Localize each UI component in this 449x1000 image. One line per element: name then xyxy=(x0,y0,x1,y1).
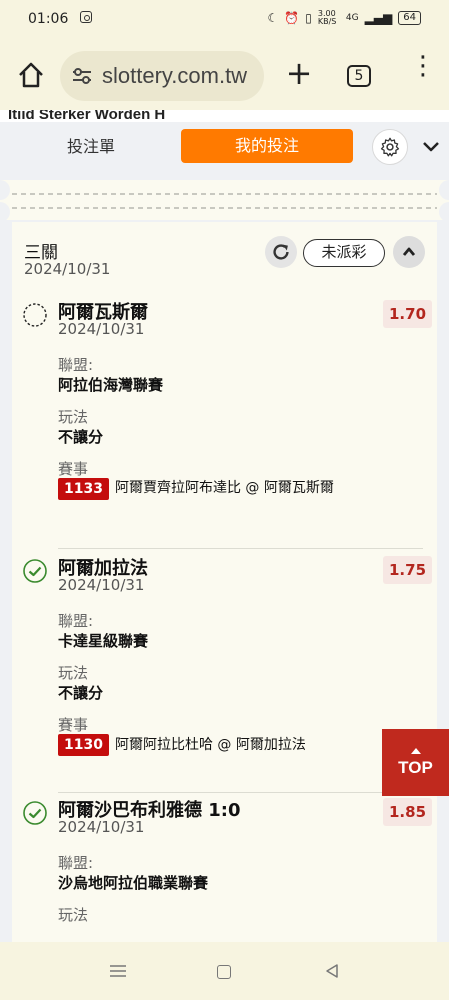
selection-item: 阿爾加拉法 2024/10/31 1.75 聯盟: 卡達星級聯賽 玩法 不讓分 … xyxy=(12,554,437,756)
check-circle-icon xyxy=(23,801,47,825)
back-icon[interactable] xyxy=(324,963,340,979)
bet-panel: 投注單 我的投注 三關 2024/10/31 未派彩 阿爾瓦斯爾 2024/10… xyxy=(0,122,449,942)
bet-card: 三關 2024/10/31 未派彩 阿爾瓦斯爾 2024/10/31 1.70 … xyxy=(12,222,437,942)
selection-item: 阿爾沙巴布利雅德 1:0 2024/10/31 1.85 聯盟: 沙烏地阿拉伯職… xyxy=(12,796,437,942)
scroll-top-button[interactable]: TOP xyxy=(382,729,449,796)
net-speed: 3.00 KB/S xyxy=(317,9,337,26)
home-icon xyxy=(19,62,43,88)
league-label: 聯盟: xyxy=(58,612,94,630)
web-page: Itiid Sterker Worden H 投注單 我的投注 三關 2024/… xyxy=(0,110,449,942)
settings-button[interactable] xyxy=(372,129,408,165)
chevron-down-icon xyxy=(423,142,439,152)
status-badge: 未派彩 xyxy=(303,239,385,267)
league-label: 聯盟: xyxy=(58,356,94,374)
event-row: 1130 阿爾阿拉比杜哈 @ 阿爾加拉法 xyxy=(58,734,378,756)
odds-badge: 1.85 xyxy=(383,798,433,826)
refresh-button[interactable] xyxy=(265,236,297,268)
divider xyxy=(58,792,423,793)
tab-bet-slip[interactable]: 投注單 xyxy=(20,131,162,163)
status-time: 01:06 xyxy=(28,11,69,27)
play-value: 不讓分 xyxy=(58,684,104,702)
new-tab-button[interactable]: + xyxy=(284,57,314,89)
site-settings-icon[interactable] xyxy=(70,64,94,88)
tab-my-bets[interactable]: 我的投注 xyxy=(181,129,353,163)
league-value: 阿拉伯海灣聯賽 xyxy=(58,376,164,394)
network-type: 4G xyxy=(345,13,359,23)
event-label: 賽事 xyxy=(58,716,89,734)
system-nav-bar xyxy=(0,942,449,1000)
collapse-bet-button[interactable] xyxy=(393,236,425,268)
signal-icon: ▂▄▆ xyxy=(364,11,393,25)
divider xyxy=(58,548,423,549)
home-nav-icon[interactable] xyxy=(217,965,231,979)
league-label: 聯盟: xyxy=(58,854,94,872)
status-indicators: ☾ ⏰ ▯ 3.00 KB/S 4G ▂▄▆ 64 xyxy=(268,10,421,26)
event-name: 阿爾賈齊拉阿布達比 @ 阿爾瓦斯爾 xyxy=(114,480,334,496)
ticket-divider xyxy=(0,180,449,220)
alarm-icon: ⏰ xyxy=(284,11,300,25)
vibrate-icon: ▯ xyxy=(305,11,312,25)
odds-badge: 1.75 xyxy=(383,556,433,584)
url-text[interactable]: slottery.com.tw xyxy=(102,63,247,89)
event-row: 1133 阿爾賈齊拉阿布達比 @ 阿爾瓦斯爾 xyxy=(58,478,378,500)
selection-date: 2024/10/31 xyxy=(58,818,145,836)
play-label: 玩法 xyxy=(58,664,89,682)
odds-badge: 1.70 xyxy=(383,300,433,328)
play-value: 不讓分 xyxy=(58,428,104,446)
status-bar: 01:06 ☾ ⏰ ▯ 3.00 KB/S 4G ▂▄▆ 64 xyxy=(0,0,449,40)
check-circle-icon xyxy=(23,559,47,583)
collapse-panel-button[interactable] xyxy=(420,135,442,157)
pending-icon xyxy=(23,303,47,327)
chevron-up-icon xyxy=(402,247,416,256)
league-value: 卡達星級聯賽 xyxy=(58,632,149,650)
browser-menu-button[interactable]: ⋮ xyxy=(410,53,436,90)
play-label: 玩法 xyxy=(58,906,89,924)
event-label: 賽事 xyxy=(58,460,89,478)
bet-date: 2024/10/31 xyxy=(24,260,111,278)
league-value: 沙烏地阿拉伯職業聯賽 xyxy=(58,874,209,892)
instagram-icon xyxy=(80,11,92,23)
selection-item: 阿爾瓦斯爾 2024/10/31 1.70 聯盟: 阿拉伯海灣聯賽 玩法 不讓分… xyxy=(12,298,437,500)
home-button[interactable] xyxy=(16,60,46,90)
selection-date: 2024/10/31 xyxy=(58,576,145,594)
event-id-badge: 1133 xyxy=(58,478,109,500)
event-id-badge: 1130 xyxy=(58,734,109,756)
moon-icon: ☾ xyxy=(267,11,279,25)
event-name: 阿爾阿拉比杜哈 @ 阿爾加拉法 xyxy=(114,737,306,753)
scroll-top-label: TOP xyxy=(398,757,433,777)
gear-icon xyxy=(380,137,400,157)
address-bar[interactable]: slottery.com.tw xyxy=(60,51,264,101)
refresh-icon xyxy=(273,244,289,260)
browser-toolbar: slottery.com.tw + 5 ⋮ xyxy=(0,40,449,110)
bet-tabs: 投注單 我的投注 xyxy=(0,122,449,178)
play-label: 玩法 xyxy=(58,408,89,426)
selection-date: 2024/10/31 xyxy=(58,320,145,338)
arrow-up-icon xyxy=(410,747,421,754)
recent-apps-icon[interactable] xyxy=(110,964,126,978)
tab-switcher-button[interactable]: 5 xyxy=(347,65,371,87)
battery-icon: 64 xyxy=(398,11,421,25)
